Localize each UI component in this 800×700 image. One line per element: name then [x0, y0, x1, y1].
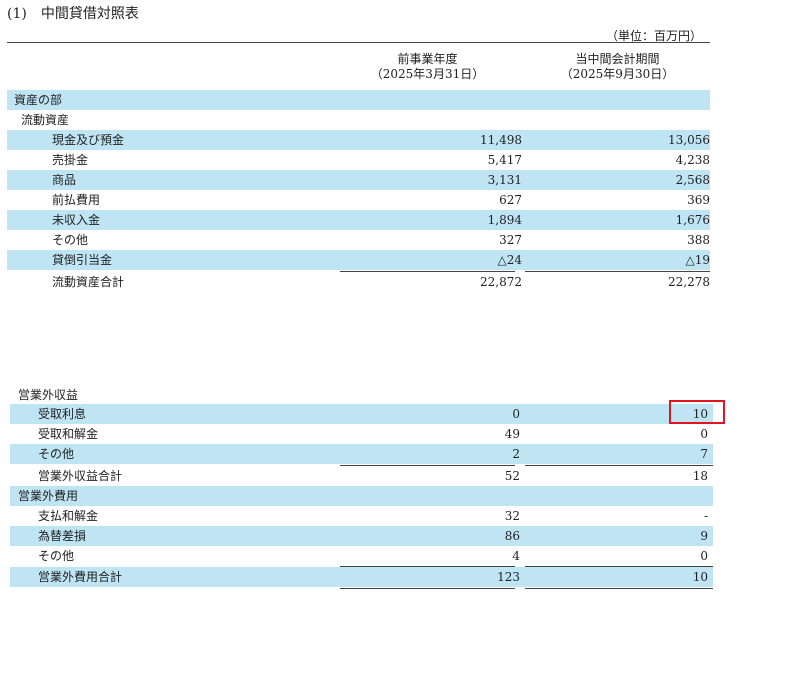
bottom-rule	[340, 588, 515, 589]
page-title: (1) 中間貸借対照表	[7, 6, 139, 22]
column-header-prior: 前事業年度 （2025年3月31日）	[340, 52, 515, 82]
table-row: 受取和解金 49 0	[10, 424, 713, 444]
column-date-prior: （2025年3月31日）	[370, 67, 485, 81]
total-label: 流動資産合計	[52, 275, 125, 289]
value-prior: 627	[499, 193, 522, 207]
value-prior: 86	[504, 529, 520, 543]
value-current: 388	[687, 233, 710, 247]
value-prior: 11,498	[480, 133, 522, 147]
table-row: その他 2 7	[10, 444, 713, 464]
row-label: 未収入金	[52, 213, 101, 227]
value-current: -	[703, 509, 708, 523]
row-label: 支払和解金	[38, 509, 99, 523]
table-row: その他 327 388	[7, 230, 710, 250]
section-row-expenses: 営業外費用	[10, 486, 713, 506]
table-row: 前払費用 627 369	[7, 190, 710, 210]
value-prior: 0	[512, 407, 520, 421]
row-label: 受取和解金	[38, 427, 99, 441]
value-prior: 327	[499, 233, 522, 247]
value-current: 0	[700, 427, 708, 441]
group-row-current-assets: 流動資産	[7, 110, 710, 130]
column-header-current: 当中間会計期間 （2025年9月30日）	[525, 52, 710, 82]
total-prior: 22,872	[480, 275, 522, 289]
group-title-current-assets: 流動資産	[21, 113, 70, 127]
value-prior: 3,131	[487, 173, 522, 187]
column-title-current: 当中間会計期間	[575, 52, 660, 66]
table-row: 売掛金 5,417 4,238	[7, 150, 710, 170]
table-row: 未収入金 1,894 1,676	[7, 210, 710, 230]
total-prior: 123	[497, 570, 520, 584]
section-title-assets: 資産の部	[14, 93, 63, 107]
total-label: 営業外費用合計	[38, 570, 123, 584]
section-row-income: 営業外収益	[10, 385, 713, 405]
value-current: 13,056	[668, 133, 710, 147]
value-prior: 1,894	[487, 213, 522, 227]
value-prior: 49	[504, 427, 520, 441]
total-current: 22,278	[668, 275, 710, 289]
row-label: 為替差損	[38, 529, 87, 543]
row-label: 貸倒引当金	[52, 253, 113, 267]
row-label: その他	[38, 447, 75, 461]
total-row: 営業外費用合計 123 10	[10, 567, 713, 587]
value-current: 369	[687, 193, 710, 207]
table-row: 現金及び預金 11,498 13,056	[7, 130, 710, 150]
row-label: 前払費用	[52, 193, 101, 207]
value-current: 4,238	[675, 153, 710, 167]
table-row: 商品 3,131 2,568	[7, 170, 710, 190]
bottom-rule	[525, 588, 713, 589]
table-row: 受取利息 0 10	[10, 404, 713, 424]
row-label: その他	[52, 233, 89, 247]
value-prior: 4	[512, 549, 520, 563]
table-row: 貸倒引当金 △24 △19	[7, 250, 710, 270]
total-current: 18	[692, 469, 708, 483]
section-row-assets: 資産の部	[7, 90, 710, 110]
value-current: 1,676	[675, 213, 710, 227]
column-date-current: （2025年9月30日）	[560, 67, 675, 81]
column-title-prior: 前事業年度	[397, 52, 458, 66]
row-label: 現金及び預金	[52, 133, 125, 147]
row-label: 売掛金	[52, 153, 89, 167]
row-label: 商品	[52, 173, 77, 187]
value-prior: 32	[504, 509, 520, 523]
value-current: 7	[700, 447, 708, 461]
total-current: 10	[692, 570, 708, 584]
value-current: 2,568	[675, 173, 710, 187]
total-row: 流動資産合計 22,872 22,278	[7, 272, 710, 292]
value-current: 0	[700, 549, 708, 563]
value-prior: △24	[497, 253, 523, 267]
row-label: 受取利息	[38, 407, 87, 421]
value-current: △19	[685, 253, 711, 267]
value-prior: 5,417	[487, 153, 522, 167]
section-title-income: 営業外収益	[18, 388, 79, 402]
total-label: 営業外収益合計	[38, 469, 123, 483]
table-row: 支払和解金 32 -	[10, 506, 713, 526]
table-row: その他 4 0	[10, 546, 713, 566]
highlight-box	[669, 400, 725, 424]
total-row: 営業外収益合計 52 18	[10, 466, 713, 486]
row-label: その他	[38, 549, 75, 563]
section-title-expenses: 営業外費用	[18, 489, 79, 503]
header-rule	[7, 42, 710, 43]
value-current: 9	[700, 529, 708, 543]
total-prior: 52	[504, 469, 520, 483]
table-row: 為替差損 86 9	[10, 526, 713, 546]
value-prior: 2	[512, 447, 520, 461]
